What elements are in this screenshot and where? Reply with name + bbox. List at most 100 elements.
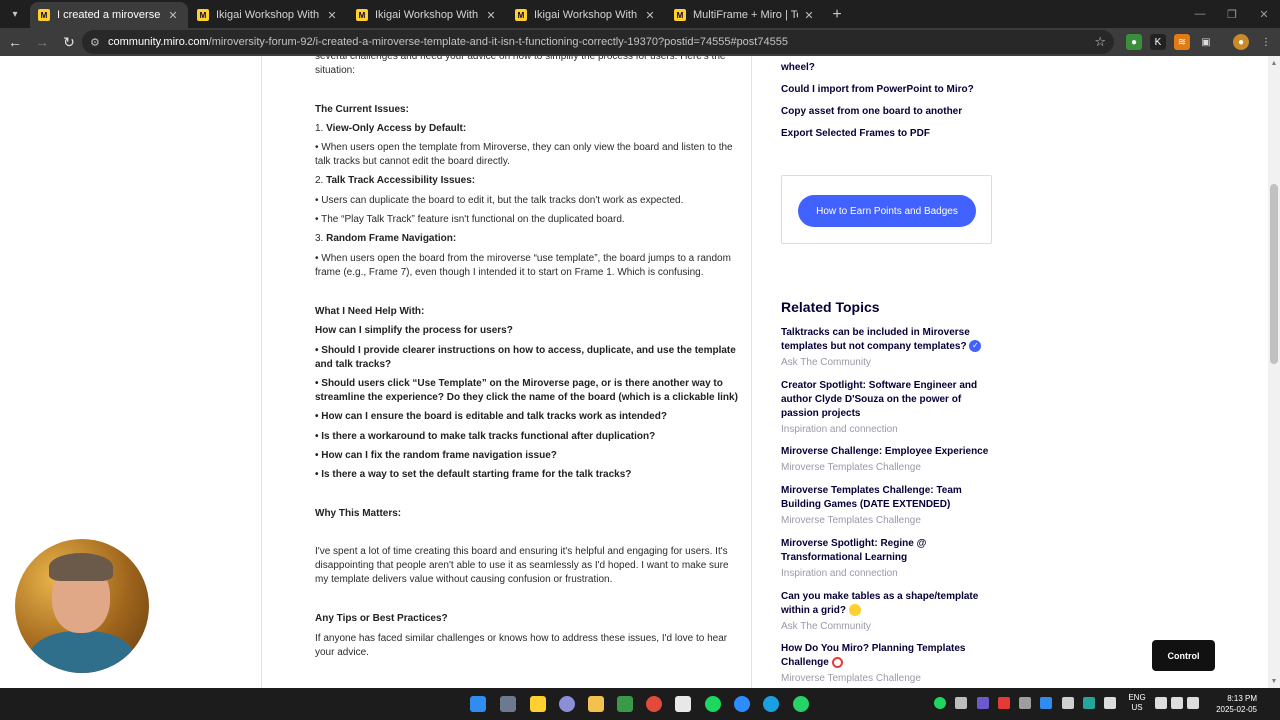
related-topic-4[interactable]: Miroverse Templates Challenge: Team Buil… — [781, 484, 991, 528]
issue-3-label: Random Frame Navigation: — [326, 233, 457, 244]
close-icon[interactable]: ✕ — [484, 9, 498, 22]
region-code: US — [1131, 703, 1143, 712]
whatsapp-icon[interactable] — [793, 696, 809, 712]
restore-icon[interactable]: ❐ — [1216, 0, 1248, 28]
sidebar-link-1[interactable]: wheel? — [781, 61, 991, 75]
system-clock[interactable]: 8:13 PM 2025-02-05 — [1205, 693, 1257, 715]
forward-arrow-icon[interactable]: → — [30, 30, 54, 54]
image-viewer-icon[interactable] — [617, 696, 633, 712]
close-icon[interactable]: ✕ — [166, 9, 180, 22]
related-topic-category[interactable]: Inspiration and connection — [781, 567, 991, 581]
related-topic-category[interactable]: Miroverse Templates Challenge — [781, 672, 991, 686]
url-host: community.miro.com — [108, 36, 209, 48]
close-icon[interactable]: ✕ — [325, 9, 339, 22]
related-topic-3[interactable]: Miroverse Challenge: Employee Experience… — [781, 445, 991, 475]
help-bullet-6: • Is there a way to set the default star… — [315, 469, 632, 480]
post-intro: several challenges and need your advice … — [315, 56, 726, 76]
task-view-icon[interactable] — [500, 696, 516, 712]
related-topic-title[interactable]: Talktracks can be included in Miroverse … — [781, 327, 970, 352]
related-topic-category[interactable]: Ask The Community — [781, 620, 991, 634]
rss-feed-icon[interactable]: ≋ — [1174, 34, 1190, 50]
issue-2-number: 2. — [315, 175, 324, 186]
battery-icon[interactable] — [1187, 697, 1199, 709]
related-topic-title[interactable]: Miroverse Templates Challenge: Team Buil… — [781, 484, 991, 512]
scrollbar-thumb[interactable] — [1270, 184, 1278, 364]
reload-icon[interactable]: ↻ — [57, 30, 81, 54]
microphone-icon[interactable] — [1104, 697, 1116, 709]
tray-spotify-icon[interactable] — [934, 697, 946, 709]
windows-start-icon[interactable] — [470, 696, 486, 712]
related-topic-category[interactable]: Miroverse Templates Challenge — [781, 461, 991, 475]
browser-tab-3[interactable]: M Ikigai Workshop With Video Su ✕ — [348, 2, 506, 28]
related-topic-category[interactable]: Ask The Community — [781, 356, 991, 370]
tray-gear-icon[interactable] — [955, 697, 967, 709]
slack-app-icon[interactable] — [675, 696, 691, 712]
back-arrow-icon[interactable]: ← — [3, 30, 27, 54]
miro-favicon-icon: M — [515, 9, 527, 21]
minimize-icon[interactable]: — — [1184, 0, 1216, 28]
related-topic-1[interactable]: Talktracks can be included in Miroverse … — [781, 326, 991, 370]
file-explorer-folder-icon[interactable] — [588, 696, 604, 712]
extension-leaf-icon[interactable]: ● — [1126, 34, 1142, 50]
related-topic-category[interactable]: Miroverse Templates Challenge — [781, 514, 991, 528]
extensions-puzzle-icon[interactable]: ▣ — [1198, 34, 1214, 50]
bluetooth-icon[interactable] — [1040, 697, 1052, 709]
tray-clipboard-icon[interactable] — [1062, 697, 1074, 709]
tray-app-icon[interactable] — [977, 697, 989, 709]
miro-app-icon[interactable] — [530, 696, 546, 712]
related-topic-title[interactable]: Miroverse Spotlight: Regine @ Transforma… — [781, 537, 991, 565]
issue-3-number: 3. — [315, 233, 324, 244]
language-indicator[interactable]: ENG US — [1126, 693, 1148, 713]
webcam-overlay[interactable] — [15, 539, 149, 673]
sidebar-link-2[interactable]: Could I import from PowerPoint to Miro? — [781, 83, 991, 97]
browser-tab-2[interactable]: M Ikigai Workshop With Video Su ✕ — [189, 2, 347, 28]
edge-browser-icon[interactable] — [763, 696, 779, 712]
related-topic-title[interactable]: Creator Spotlight: Software Engineer and… — [781, 379, 991, 421]
tray-share-icon[interactable] — [1019, 697, 1031, 709]
settings-gear-icon[interactable] — [559, 696, 575, 712]
tray-s-icon[interactable] — [998, 697, 1010, 709]
clock-time: 8:13 PM — [1227, 694, 1257, 703]
tips-text: If anyone has faced similar challenges o… — [315, 633, 728, 658]
control-button[interactable]: Control — [1152, 640, 1215, 671]
related-topic-title[interactable]: Can you make tables as a shape/template … — [781, 591, 978, 616]
profile-avatar-icon[interactable]: ● — [1233, 34, 1249, 50]
related-topic-2[interactable]: Creator Spotlight: Software Engineer and… — [781, 379, 991, 437]
related-topic-7[interactable]: How Do You Miro? Planning Templates Chal… — [781, 642, 991, 686]
address-bar[interactable]: ⚙ community.miro.com/miroversity-forum-9… — [82, 30, 1114, 54]
wifi-icon[interactable] — [1155, 697, 1167, 709]
close-icon[interactable]: ✕ — [643, 9, 657, 22]
bookmark-star-icon[interactable]: ☆ — [1094, 34, 1106, 50]
scroll-up-arrow-icon[interactable]: ▲ — [1268, 58, 1280, 70]
window-controls: — ❐ ✕ — [1184, 0, 1280, 28]
window-close-icon[interactable]: ✕ — [1248, 0, 1280, 28]
scroll-down-arrow-icon[interactable]: ▼ — [1268, 676, 1280, 688]
browser-tab-1[interactable]: M I created a miroverse template a ✕ — [30, 2, 188, 28]
browser-tab-5[interactable]: M MultiFrame + Miro | Team Colla ✕ — [666, 2, 824, 28]
browser-tab-4[interactable]: M Ikigai Workshop With Video Su ✕ — [507, 2, 665, 28]
close-icon[interactable]: ✕ — [802, 9, 816, 22]
issue-1-number: 1. — [315, 123, 324, 134]
help-bullet-2: • Should users click “Use Template” on t… — [315, 378, 738, 403]
related-topic-5[interactable]: Miroverse Spotlight: Regine @ Transforma… — [781, 537, 991, 581]
url-text[interactable]: community.miro.com/miroversity-forum-92/… — [108, 36, 788, 48]
extension-k-icon[interactable]: K — [1150, 34, 1166, 50]
new-tab-plus-icon[interactable]: + — [825, 2, 849, 28]
chrome-browser-icon[interactable] — [646, 696, 662, 712]
tray-cloud-icon[interactable] — [1083, 697, 1095, 709]
earn-points-badges-button[interactable]: How to Earn Points and Badges — [798, 195, 976, 227]
site-info-icon[interactable]: ⚙ — [90, 36, 104, 49]
issue-3-text: • When users open the board from the mir… — [315, 253, 731, 278]
related-topic-category[interactable]: Inspiration and connection — [781, 423, 991, 437]
related-topic-6[interactable]: Can you make tables as a shape/template … — [781, 590, 991, 634]
sidebar-link-3[interactable]: Copy asset from one board to another — [781, 105, 991, 119]
page-scrollbar[interactable]: ▲ ▼ — [1268, 56, 1280, 688]
browser-menu-icon[interactable]: ⋮ — [1258, 34, 1274, 50]
sidebar-link-4[interactable]: Export Selected Frames to PDF — [781, 127, 991, 141]
related-topic-title[interactable]: Miroverse Challenge: Employee Experience — [781, 445, 991, 459]
zoom-app-icon[interactable] — [734, 696, 750, 712]
related-topic-title[interactable]: How Do You Miro? Planning Templates Chal… — [781, 643, 965, 668]
tab-search-chevron-icon[interactable]: ▾ — [0, 0, 30, 28]
spotify-icon[interactable] — [705, 696, 721, 712]
volume-icon[interactable] — [1171, 697, 1183, 709]
